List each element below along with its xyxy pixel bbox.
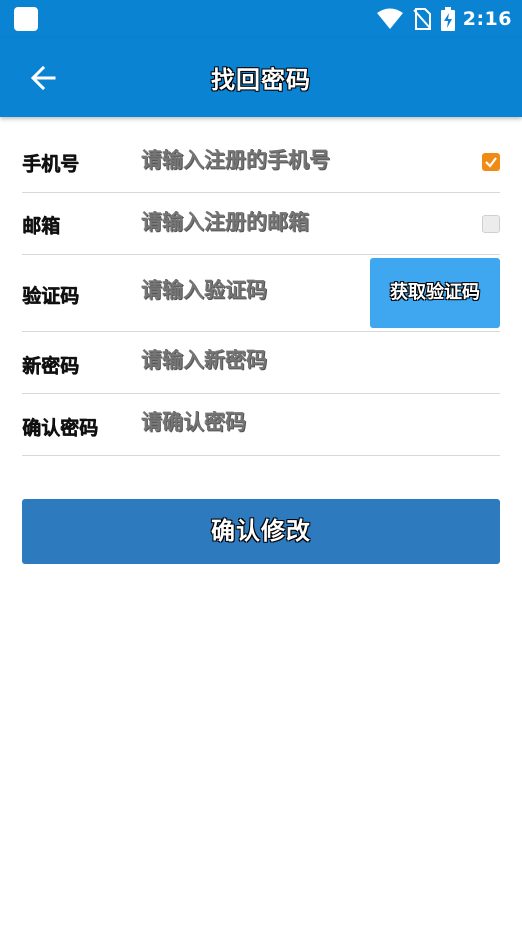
get-code-button[interactable]: 获取验证码 <box>370 258 500 328</box>
new-password-label: 新密码 <box>22 355 80 377</box>
confirm-change-button[interactable]: 确认修改 <box>22 499 500 564</box>
confirm-password-input[interactable] <box>141 411 491 435</box>
wifi-icon <box>376 8 403 30</box>
email-label: 邮箱 <box>22 215 61 237</box>
new-password-input[interactable] <box>141 349 491 373</box>
code-row: 验证码 获取验证码 <box>22 255 500 332</box>
email-checkbox[interactable] <box>482 215 500 233</box>
status-bar: 2:16 <box>0 0 522 38</box>
app-notification-icon <box>14 7 38 31</box>
code-label: 验证码 <box>22 285 80 307</box>
phone-checkbox[interactable] <box>482 153 500 171</box>
screen: 2:16 找回密码 手机号 邮 <box>0 0 522 928</box>
status-icons: 2:16 <box>376 6 512 32</box>
phone-label: 手机号 <box>22 153 80 175</box>
page-title: 找回密码 <box>211 66 311 94</box>
phone-row: 手机号 <box>22 131 500 193</box>
confirm-password-label: 确认密码 <box>22 417 99 439</box>
check-icon <box>482 156 500 175</box>
status-time: 2:16 <box>462 8 512 30</box>
app-bar: 找回密码 <box>0 38 522 117</box>
email-row: 邮箱 <box>22 193 500 255</box>
phone-input[interactable] <box>141 149 471 173</box>
code-input[interactable] <box>141 279 361 303</box>
confirm-password-row: 确认密码 <box>22 394 500 456</box>
email-input[interactable] <box>141 211 471 235</box>
no-sim-icon <box>412 8 431 30</box>
battery-charging-icon <box>440 7 455 31</box>
new-password-row: 新密码 <box>22 332 500 394</box>
recover-password-form: 手机号 邮箱 验证码 获取验证码 新密码 确认密 <box>22 131 500 456</box>
